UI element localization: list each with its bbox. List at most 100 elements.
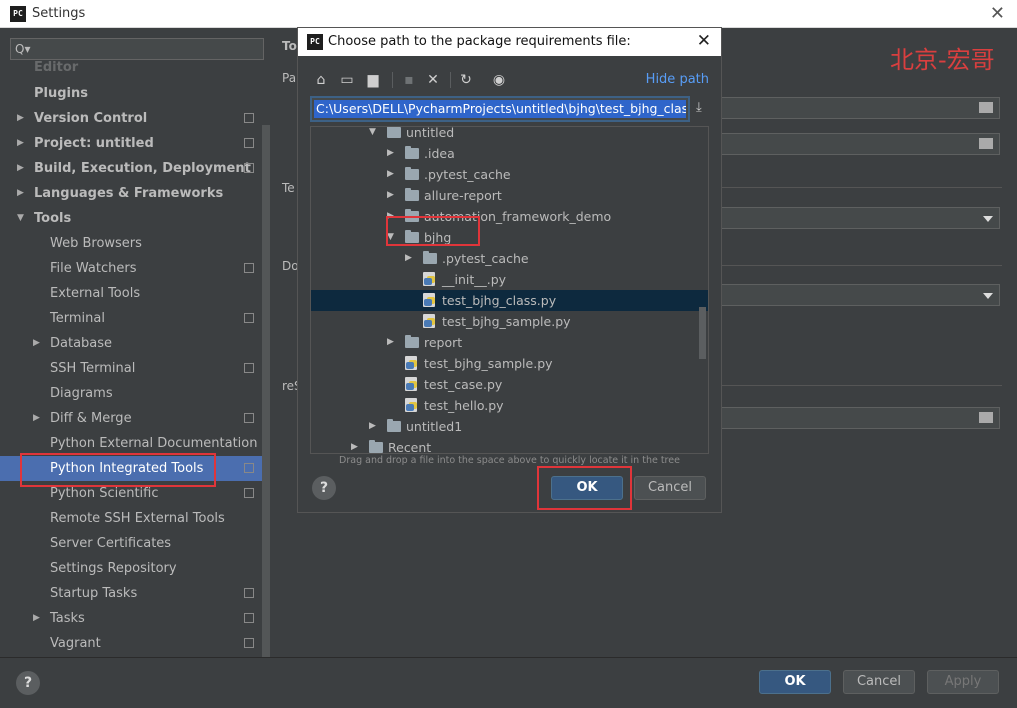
sidebar-item-label: File Watchers (50, 261, 137, 276)
folder-node-bjhg[interactable]: ▼ bjhg (311, 227, 708, 248)
delete-icon[interactable]: ✕ (424, 71, 442, 89)
chevron-right-icon[interactable]: ▶ (17, 156, 29, 181)
sidebar-item-startup-tasks[interactable]: Startup Tasks (0, 581, 262, 606)
project-folder-icon[interactable]: ▆ (364, 71, 382, 89)
sidebar-item-label: Build, Execution, Deployment (34, 161, 251, 176)
chevron-down-icon (983, 293, 993, 299)
sidebar-item-project-untitled[interactable]: ▶ Project: untitled (0, 131, 262, 156)
chevron-right-icon[interactable]: ▶ (33, 406, 45, 431)
path-input[interactable]: C:\Users\DELL\PycharmProjects\untitled\b… (310, 96, 690, 122)
sidebar-item-settings-repository[interactable]: Settings Repository (0, 556, 262, 581)
divider (720, 265, 1002, 266)
chevron-right-icon[interactable]: ▶ (387, 185, 397, 206)
sidebar-item-plugins[interactable]: Plugins (0, 81, 262, 106)
sidebar-item-python-scientific[interactable]: Python Scientific (0, 481, 262, 506)
chevron-right-icon[interactable]: ▶ (387, 206, 397, 227)
home-icon[interactable]: ⌂ (312, 71, 330, 89)
folder-node-pytest-cache[interactable]: ▶ .pytest_cache (311, 164, 708, 185)
project-scope-icon (244, 638, 254, 648)
tree-node-label: test_hello.py (424, 398, 504, 413)
chevron-right-icon[interactable]: ▶ (17, 131, 29, 156)
file-node-test-bjhg-class-py[interactable]: test_bjhg_class.py (311, 290, 708, 311)
sidebar-item-vagrant[interactable]: Vagrant (0, 631, 262, 656)
file-node-test-bjhg-sample-py[interactable]: test_bjhg_sample.py (311, 311, 708, 332)
desktop-icon[interactable]: ▭ (338, 71, 356, 89)
folder-icon[interactable] (979, 412, 993, 423)
help-button[interactable]: ? (16, 671, 40, 695)
search-input[interactable]: Q▾ (10, 38, 264, 60)
file-node-test-hello-py[interactable]: test_hello.py (311, 395, 708, 416)
sidebar-item-external-tools[interactable]: External Tools (0, 281, 262, 306)
dialog-cancel-button[interactable]: Cancel (634, 476, 706, 500)
chevron-right-icon[interactable]: ▶ (405, 248, 415, 269)
ok-button[interactable]: OK (759, 670, 831, 694)
folder-node-automation-framework-demo[interactable]: ▶ automation_framework_demo (311, 206, 708, 227)
folder-icon (405, 209, 419, 222)
download-icon[interactable]: ⤓ (696, 100, 702, 115)
folder-node-allure-report[interactable]: ▶ allure-report (311, 185, 708, 206)
dialog-help-button[interactable]: ? (312, 476, 336, 500)
file-node-test-case-py[interactable]: test_case.py (311, 374, 708, 395)
sidebar-item-languages-frameworks[interactable]: ▶ Languages & Frameworks (0, 181, 262, 206)
chevron-down-icon[interactable]: ▼ (387, 227, 397, 248)
file-node-init-py[interactable]: __init__.py (311, 269, 708, 290)
cancel-button[interactable]: Cancel (843, 670, 915, 694)
refresh-icon[interactable]: ↻ (457, 71, 475, 89)
project-scope-icon (244, 363, 254, 373)
new-folder-icon[interactable]: ▪ (400, 71, 418, 89)
sidebar-item-web-browsers[interactable]: Web Browsers (0, 231, 262, 256)
apply-button[interactable]: Apply (927, 670, 999, 694)
sidebar-item-database[interactable]: ▶ Database (0, 331, 262, 356)
chevron-right-icon[interactable]: ▶ (387, 164, 397, 185)
dialog-ok-button[interactable]: OK (551, 476, 623, 500)
sidebar-scrollbar[interactable] (262, 125, 270, 657)
chevron-right-icon[interactable]: ▶ (33, 606, 45, 631)
sidebar-item-ssh-terminal[interactable]: SSH Terminal (0, 356, 262, 381)
chevron-down-icon[interactable]: ▼ (17, 206, 29, 231)
file-tree-scrollbar[interactable] (699, 307, 706, 359)
chevron-right-icon[interactable]: ▶ (387, 143, 397, 164)
close-icon[interactable]: ✕ (697, 31, 711, 51)
tree-node-label: __init__.py (442, 272, 507, 287)
chevron-right-icon[interactable]: ▶ (387, 332, 397, 353)
folder-node-untitled[interactable]: ▼ untitled (311, 127, 708, 143)
sidebar-item-label: Database (50, 336, 113, 351)
tree-node-label: .pytest_cache (424, 167, 511, 182)
chevron-right-icon[interactable]: ▶ (33, 331, 45, 356)
sidebar-item-tasks[interactable]: ▶ Tasks (0, 606, 262, 631)
sidebar-item-remote-ssh-external-tools[interactable]: Remote SSH External Tools (0, 506, 262, 531)
chevron-right-icon[interactable]: ▶ (17, 181, 29, 206)
file-tree[interactable]: ▼ untitled ▶ .idea ▶ .pytest_cache ▶ allure-rep… (310, 126, 709, 454)
folder-node-idea[interactable]: ▶ .idea (311, 143, 708, 164)
sidebar-item-editor[interactable]: Editor (0, 61, 262, 75)
show-hidden-icon[interactable]: ◉ (490, 71, 508, 89)
sidebar-item-file-watchers[interactable]: File Watchers (0, 256, 262, 281)
folder-icon (423, 251, 437, 264)
folder-icon (405, 230, 419, 243)
folder-node-recent[interactable]: ▶ Recent (311, 437, 708, 453)
sidebar-item-tools[interactable]: ▼ Tools (0, 206, 262, 231)
close-icon[interactable]: ✕ (990, 3, 1005, 24)
sidebar-item-terminal[interactable]: Terminal (0, 306, 262, 331)
folder-node-pytest-cache[interactable]: ▶ .pytest_cache (311, 248, 708, 269)
folder-node-untitled1[interactable]: ▶ untitled1 (311, 416, 708, 437)
sidebar-item-diff-merge[interactable]: ▶ Diff & Merge (0, 406, 262, 431)
chevron-right-icon[interactable]: ▶ (351, 437, 361, 453)
sidebar-item-server-certificates[interactable]: Server Certificates (0, 531, 262, 556)
hide-path-link[interactable]: Hide path (646, 72, 709, 87)
folder-icon (387, 127, 401, 138)
chevron-right-icon[interactable]: ▶ (369, 416, 379, 437)
chevron-down-icon[interactable]: ▼ (369, 127, 379, 143)
sidebar-item-version-control[interactable]: ▶ Version Control (0, 106, 262, 131)
folder-node-report[interactable]: ▶ report (311, 332, 708, 353)
dialog-title: Choose path to the package requirements … (328, 34, 631, 49)
chevron-right-icon[interactable]: ▶ (17, 106, 29, 131)
sidebar-item-label: Python Scientific (50, 486, 159, 501)
folder-icon[interactable] (979, 138, 993, 149)
file-node-test-bjhg-sample-py[interactable]: test_bjhg_sample.py (311, 353, 708, 374)
sidebar-item-python-external-documentation[interactable]: Python External Documentation (0, 431, 262, 456)
sidebar-item-python-integrated-tools[interactable]: Python Integrated Tools (0, 456, 262, 481)
sidebar-item-build-execution-deployment[interactable]: ▶ Build, Execution, Deployment (0, 156, 262, 181)
sidebar-item-diagrams[interactable]: Diagrams (0, 381, 262, 406)
folder-icon[interactable] (979, 102, 993, 113)
